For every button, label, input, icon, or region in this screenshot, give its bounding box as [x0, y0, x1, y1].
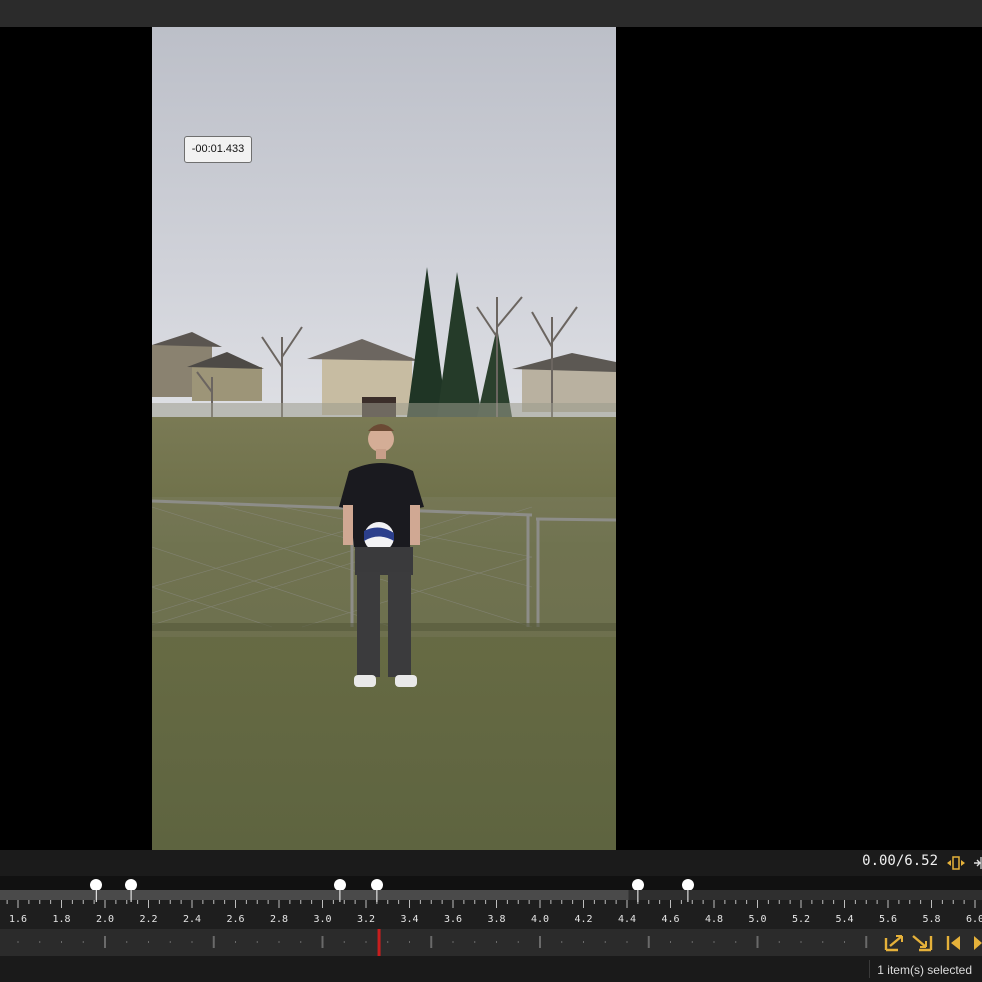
ruler-label: 6.0	[966, 914, 982, 925]
ruler-label: 2.0	[96, 914, 114, 925]
play-icon[interactable]	[972, 934, 982, 952]
ruler-label: 4.8	[705, 914, 723, 925]
ruler-label: 2.8	[270, 914, 288, 925]
video-preview[interactable]: -00:01.433	[0, 27, 982, 850]
ruler-label: 5.4	[835, 914, 853, 925]
keyframe-track[interactable]	[0, 876, 982, 891]
ruler-label: 3.2	[357, 914, 375, 925]
ruler-label: 4.6	[661, 914, 679, 925]
playhead[interactable]	[377, 929, 381, 956]
ruler-label: 2.6	[226, 914, 244, 925]
ruler-label: 5.0	[748, 914, 766, 925]
ruler-label: 3.0	[313, 914, 331, 925]
fit-width-icon[interactable]	[946, 855, 966, 871]
ruler-label: 2.4	[183, 914, 201, 925]
playback-time-readout: 0.00/6.52	[862, 853, 938, 869]
skip-to-start-icon[interactable]	[945, 934, 963, 952]
track-strip[interactable]	[0, 929, 982, 956]
progress-fill	[0, 890, 629, 900]
expand-right-icon[interactable]	[974, 855, 982, 871]
ruler-labels: 1.6 1.8 2.0 2.2 2.4 2.6 2.8 3.0 3.2 3.4 3.6 3.8 4.0 4…	[9, 914, 982, 925]
ruler-label: 1.8	[52, 914, 70, 925]
video-frame: -00:01.433	[152, 27, 616, 850]
playback-controls: 0.00/6.52	[0, 850, 982, 876]
ruler-label: 3.8	[487, 914, 505, 925]
ruler-label: 4.2	[574, 914, 592, 925]
ruler-label: 3.6	[444, 914, 462, 925]
ruler-label: 5.8	[922, 914, 940, 925]
selection-status: 1 item(s) selected	[877, 963, 972, 977]
ruler-label: 3.4	[400, 914, 418, 925]
top-toolbar	[0, 0, 982, 27]
status-bar: 1 item(s) selected	[0, 956, 982, 982]
ruler-label: 4.4	[618, 914, 636, 925]
time-offset-tooltip: -00:01.433	[184, 136, 252, 163]
set-out-point-icon[interactable]	[911, 934, 933, 952]
ruler-label: 4.0	[531, 914, 549, 925]
ruler-label: 2.2	[139, 914, 157, 925]
set-in-point-icon[interactable]	[884, 934, 906, 952]
ruler-label: 5.6	[879, 914, 897, 925]
ruler-label: 5.2	[792, 914, 810, 925]
status-separator	[869, 960, 870, 978]
ruler-label: 1.6	[9, 914, 27, 925]
